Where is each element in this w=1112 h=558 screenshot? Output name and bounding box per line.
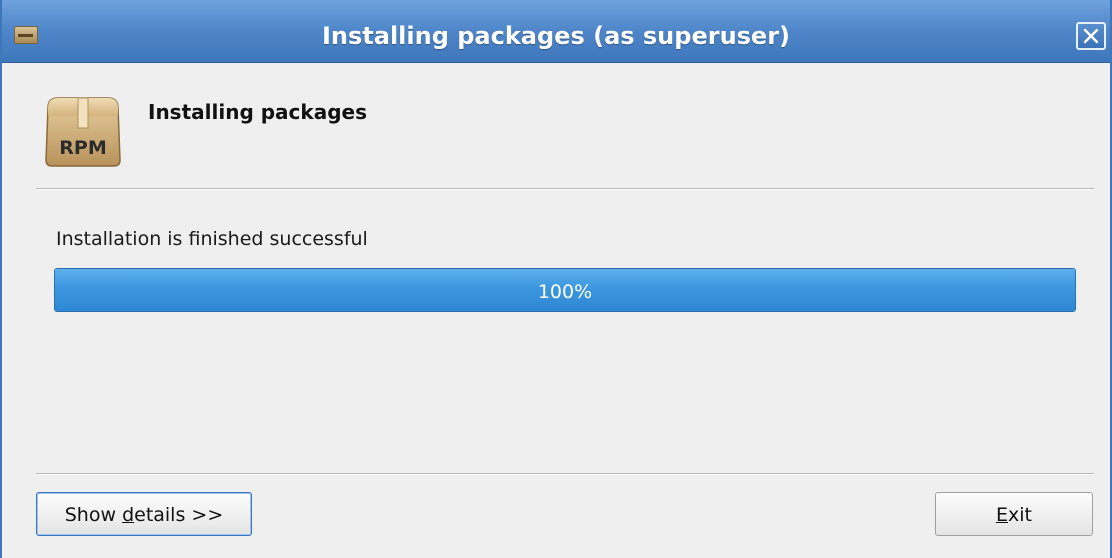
install-dialog: Installing packages (as superuser) RPM I… [0,0,1112,558]
footer-separator [36,473,1094,475]
close-button[interactable] [1076,22,1106,50]
show-details-button[interactable]: Show details >> [36,492,252,536]
show-details-prefix: Show [64,504,123,526]
page-title: Installing packages [148,100,367,124]
status-message: Installation is finished successful [56,228,368,250]
exit-button[interactable]: Exit [935,492,1093,536]
show-details-suffix: etails >> [134,504,224,526]
progress-label: 100% [537,281,593,303]
title-bar[interactable]: Installing packages (as superuser) [2,0,1110,63]
progress-bar: 100% [54,268,1076,312]
rpm-package-icon: RPM [45,97,121,167]
rpm-label: RPM [59,137,106,159]
exit-suffix: xit [1008,504,1032,526]
exit-mnemonic: E [996,504,1009,526]
show-details-mnemonic: d [122,504,135,526]
header-separator [36,188,1094,190]
window-title: Installing packages (as superuser) [321,22,791,50]
close-icon [1083,28,1099,44]
